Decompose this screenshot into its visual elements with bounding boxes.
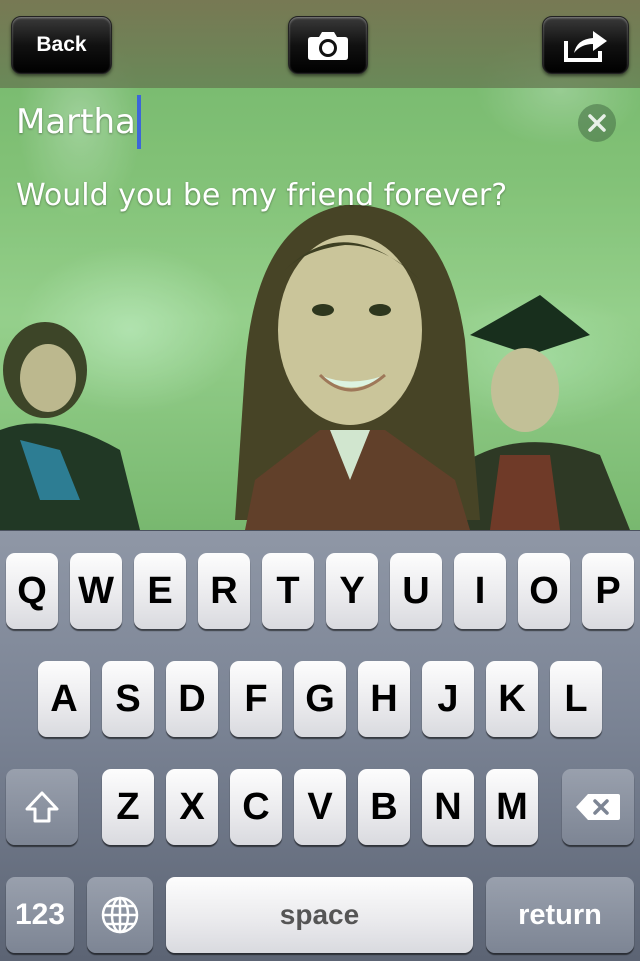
shift-icon [25, 791, 59, 823]
message-input[interactable]: Would you be my friend forever? [16, 178, 507, 213]
key-e[interactable]: E [134, 553, 186, 629]
key-f[interactable]: F [230, 661, 282, 737]
key-q[interactable]: Q [6, 553, 58, 629]
key-k[interactable]: K [486, 661, 538, 737]
key-y[interactable]: Y [326, 553, 378, 629]
share-button[interactable] [542, 16, 629, 74]
numbers-key[interactable]: 123 [6, 877, 74, 953]
camera-icon [308, 32, 348, 60]
key-p[interactable]: P [582, 553, 634, 629]
share-icon [563, 31, 607, 62]
globe-icon [101, 896, 139, 934]
delete-icon [576, 794, 620, 820]
clear-icon [588, 114, 606, 132]
key-b[interactable]: B [358, 769, 410, 845]
key-g[interactable]: G [294, 661, 346, 737]
delete-key[interactable] [562, 769, 634, 845]
key-t[interactable]: T [262, 553, 314, 629]
key-n[interactable]: N [422, 769, 474, 845]
key-z[interactable]: Z [102, 769, 154, 845]
back-button[interactable]: Back [11, 16, 112, 74]
name-input[interactable]: Martha [16, 95, 141, 149]
key-o[interactable]: O [518, 553, 570, 629]
key-c[interactable]: C [230, 769, 282, 845]
key-l[interactable]: L [550, 661, 602, 737]
clear-button[interactable] [578, 104, 616, 142]
key-a[interactable]: A [38, 661, 90, 737]
key-i[interactable]: I [454, 553, 506, 629]
key-v[interactable]: V [294, 769, 346, 845]
key-j[interactable]: J [422, 661, 474, 737]
key-m[interactable]: M [486, 769, 538, 845]
key-s[interactable]: S [102, 661, 154, 737]
key-w[interactable]: W [70, 553, 122, 629]
name-value: Martha [16, 102, 136, 142]
shift-key[interactable] [6, 769, 78, 845]
globe-key[interactable] [87, 877, 153, 953]
return-key[interactable]: return [486, 877, 634, 953]
key-r[interactable]: R [198, 553, 250, 629]
text-caret [136, 95, 141, 149]
key-u[interactable]: U [390, 553, 442, 629]
key-d[interactable]: D [166, 661, 218, 737]
key-x[interactable]: X [166, 769, 218, 845]
space-key[interactable]: space [166, 877, 473, 953]
keyboard: QWERTYUIOP ASDFGHJKL ZXCVBNM 123 space r… [0, 530, 640, 961]
key-h[interactable]: H [358, 661, 410, 737]
camera-button[interactable] [288, 16, 368, 74]
